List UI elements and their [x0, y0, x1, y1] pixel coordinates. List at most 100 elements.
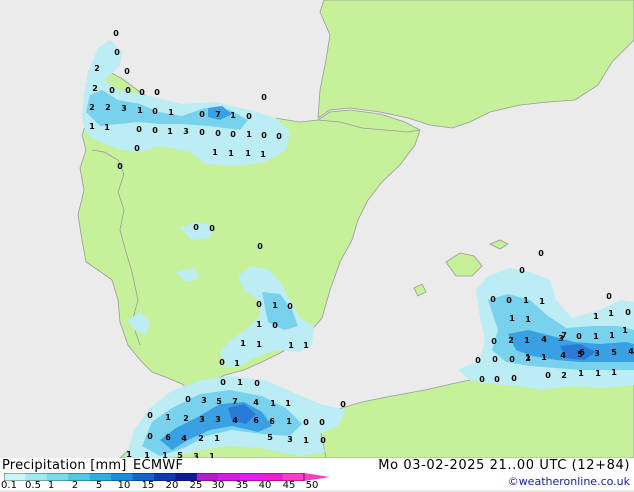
- credit-link[interactable]: ©weatheronline.co.uk: [508, 475, 630, 488]
- precip-value-label: 0: [134, 144, 140, 153]
- precip-value-label: 1: [541, 353, 547, 362]
- precip-value-label: 1: [240, 339, 246, 348]
- precip-value-label: 1: [89, 122, 95, 131]
- precip-value-label: 0: [272, 321, 278, 330]
- precip-value-label: 1: [509, 314, 515, 323]
- precip-value-label: 0: [124, 67, 130, 76]
- precip-value-label: 0: [230, 130, 236, 139]
- precip-value-label: 0: [246, 112, 252, 121]
- precip-value-label: 0: [220, 378, 226, 387]
- precip-value-label: 0: [320, 436, 326, 445]
- precip-value-label: 0: [136, 125, 142, 134]
- precip-value-label: 1: [234, 359, 240, 368]
- model-name: ECMWF: [133, 458, 184, 473]
- precip-value-label: 1: [609, 331, 615, 340]
- precip-value-label: 3: [183, 127, 189, 136]
- precip-value-label: 0: [109, 86, 115, 95]
- precip-value-label: 0: [154, 88, 160, 97]
- precip-value-label: 0: [256, 300, 262, 309]
- precip-value-label: 0: [261, 131, 267, 140]
- precip-value-label: 3: [594, 349, 600, 358]
- precip-value-label: 1: [272, 301, 278, 310]
- color-scale-tick-label: 0.1: [1, 480, 17, 491]
- precip-value-label: 1: [608, 309, 614, 318]
- precip-value-label: 1: [611, 368, 617, 377]
- precipitation-map: 002 02 0 0 0 002 2 3 1 0 1 0 7 1 01 1 0 0 1 3 0 0 0 1 0 00 1 1 1 100 0…: [0, 0, 634, 458]
- legend-title: Precipitation [mm]: [2, 458, 127, 473]
- precip-value-label: 0: [114, 48, 120, 57]
- precip-value-label: 7: [561, 331, 567, 340]
- precip-value-label: 0: [319, 418, 325, 427]
- precip-value-label: 1: [539, 297, 545, 306]
- precip-value-label: 0: [492, 355, 498, 364]
- precip-value-label: 0: [303, 418, 309, 427]
- precip-value-label: 0: [475, 356, 481, 365]
- color-scale-tick-label: 50: [305, 480, 319, 491]
- precip-value-label: 0: [519, 266, 525, 275]
- precip-value-label: 1: [126, 450, 132, 458]
- precip-value-label: 0: [219, 358, 225, 367]
- precip-value-label: 1: [245, 149, 251, 158]
- precip-value-label: 0: [491, 337, 497, 346]
- precip-value-label: 1: [256, 340, 262, 349]
- precip-value-label: 2: [525, 354, 531, 363]
- precip-value-label: 0: [113, 29, 119, 38]
- precip-value-label: 1: [285, 399, 291, 408]
- precip-value-label: 0: [152, 107, 158, 116]
- color-scale-tick-label: 30: [211, 480, 225, 491]
- precip-value-label: 1: [168, 108, 174, 117]
- precip-value-label: 1: [137, 106, 143, 115]
- precip-value-label: 1: [230, 111, 236, 120]
- precip-value-label: 1: [212, 148, 218, 157]
- precip-value-label: 6: [165, 433, 171, 442]
- precip-value-label: 3: [199, 415, 205, 424]
- legend-footer: Precipitation [mm] ECMWF Mo 03-02-2025 2…: [0, 458, 634, 491]
- precip-value-label: 0: [479, 375, 485, 384]
- precip-value-label: 1: [595, 369, 601, 378]
- color-scale-tick-label: 40: [258, 480, 272, 491]
- precip-value-label: 1: [256, 320, 262, 329]
- precip-value-label: 0: [147, 411, 153, 420]
- precip-value-label: 1: [162, 451, 168, 458]
- color-scale-tick-label: 10: [117, 480, 131, 491]
- precip-value-label: 1: [270, 399, 276, 408]
- precip-value-label: 1: [593, 312, 599, 321]
- precip-value-label: 0: [506, 296, 512, 305]
- color-scale-tick-label: 20: [165, 480, 179, 491]
- color-scale-tick-label: 35: [235, 480, 249, 491]
- precip-value-label: 0: [261, 93, 267, 102]
- precip-value-label: 1: [104, 123, 110, 132]
- precip-value-label: 1: [286, 417, 292, 426]
- precip-value-label: 7: [232, 397, 238, 406]
- precip-value-label: 6: [253, 416, 259, 425]
- precip-value-label: 0: [185, 395, 191, 404]
- precip-value-label: 2: [92, 84, 98, 93]
- color-scale-tick-label: 1: [47, 480, 55, 491]
- precip-value-label: 4: [232, 416, 238, 425]
- precip-value-label: 0: [215, 129, 221, 138]
- precip-value-label: 1: [144, 451, 150, 458]
- precip-value-label: 1: [622, 326, 628, 335]
- precip-value-label: 0: [545, 371, 551, 380]
- precip-value-label: 1: [246, 130, 252, 139]
- precip-value-label: 1: [228, 149, 234, 158]
- precip-value-label: 0: [606, 292, 612, 301]
- precip-value-label: 1: [303, 341, 309, 350]
- precip-value-label: 0: [117, 162, 123, 171]
- precip-value-label: 0: [511, 374, 517, 383]
- precip-value-label: 1: [214, 434, 220, 443]
- precip-value-label: 1: [578, 369, 584, 378]
- precip-value-label: 0: [287, 302, 293, 311]
- precip-value-label: 1: [167, 127, 173, 136]
- precip-value-label: 0: [139, 88, 145, 97]
- precip-value-label: 4: [628, 347, 634, 356]
- precip-value-label: 2: [94, 64, 100, 73]
- precip-value-label: 4: [253, 398, 259, 407]
- precip-value-label: 0: [199, 128, 205, 137]
- precip-value-label: 0: [340, 400, 346, 409]
- precip-value-label: 1: [237, 378, 243, 387]
- color-scale-tick-label: 25: [189, 480, 203, 491]
- precip-value-label: 5: [216, 397, 222, 406]
- precip-value-label: 0: [576, 332, 582, 341]
- precip-value-label: 1: [288, 341, 294, 350]
